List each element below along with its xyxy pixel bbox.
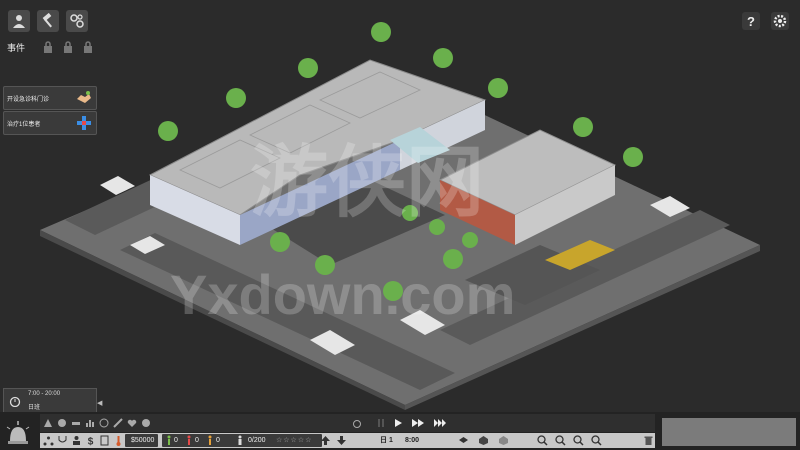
network-icon[interactable]: [43, 435, 54, 446]
collapse-arrow-icon[interactable]: ◀: [97, 399, 102, 407]
view-layers-icon[interactable]: [458, 435, 469, 446]
minimap[interactable]: [662, 418, 796, 446]
pause-icon[interactable]: [376, 418, 386, 428]
money-value: $50000: [131, 437, 155, 444]
money-display: $50000: [125, 434, 158, 447]
gear-icon: [773, 14, 787, 28]
stopwatch-icon[interactable]: [352, 418, 362, 428]
view-walls-icon[interactable]: [478, 435, 489, 446]
thermometer-icon[interactable]: [113, 435, 124, 446]
handshake-icon: [77, 91, 91, 103]
alert-icon[interactable]: [43, 418, 53, 428]
finance-icon[interactable]: $: [85, 435, 96, 447]
help-button[interactable]: ?: [742, 12, 760, 30]
watermark-cn: 游侠网: [250, 138, 485, 226]
zoom-fit-icon[interactable]: [591, 435, 602, 446]
deceased-patient-icon: [187, 435, 191, 445]
document-icon[interactable]: [99, 435, 110, 446]
shift-hours: 7:00 - 20:00: [28, 391, 61, 397]
walking-patient-icon: [167, 435, 171, 445]
settings-button[interactable]: [771, 12, 789, 30]
lock-icon: [64, 41, 72, 53]
day-counter: 日 1: [380, 437, 393, 444]
view-cube-icon[interactable]: [498, 435, 509, 446]
chart-icon[interactable]: [85, 418, 95, 428]
management-button[interactable]: [66, 10, 88, 32]
lock-icon: [44, 41, 52, 53]
floor-up-icon[interactable]: [320, 435, 331, 446]
smile-icon[interactable]: [99, 418, 109, 428]
rating-stars-icon: ☆☆☆☆☆: [276, 437, 313, 444]
task-label: 治疗1位患者: [7, 121, 41, 128]
heart-icon[interactable]: [127, 418, 137, 428]
task-treat-patient[interactable]: 治疗1位患者: [3, 111, 97, 135]
task-label: 开设急诊科门诊: [7, 96, 50, 103]
leaving-patient-icon: [208, 435, 212, 445]
stopwatch-icon: [9, 396, 21, 407]
zoom-reset-icon[interactable]: [573, 435, 584, 446]
watermark-en: Yxdown.com: [170, 263, 516, 326]
game-clock: 8:00: [405, 437, 420, 444]
radiation-icon[interactable]: [57, 418, 67, 428]
play-icon[interactable]: [393, 418, 403, 428]
events-label: 事件: [7, 43, 26, 53]
patients-treated-count: 0: [174, 437, 178, 444]
brain-icon[interactable]: [141, 418, 151, 428]
syringe-icon[interactable]: [113, 418, 123, 428]
build-button[interactable]: [37, 10, 59, 32]
task-open-er-clinic[interactable]: 开设急诊科门诊: [3, 86, 97, 110]
alarm-icon[interactable]: [5, 421, 31, 445]
shift-name: 日班: [28, 405, 41, 411]
bed-icon[interactable]: [71, 418, 81, 428]
gears-icon: [70, 14, 84, 28]
patients-left-count: 0: [216, 437, 220, 444]
fastest-forward-icon[interactable]: [433, 418, 449, 428]
zoom-out-icon[interactable]: [555, 435, 566, 446]
trash-icon[interactable]: [643, 435, 654, 446]
fast-forward-icon[interactable]: [411, 418, 425, 428]
patients-died-count: 0: [195, 437, 199, 444]
medical-cross-icon: [77, 116, 91, 130]
lock-icon: [84, 41, 92, 53]
svg-text:?: ?: [747, 14, 755, 29]
stethoscope-icon[interactable]: [57, 435, 68, 446]
staff-group-icon[interactable]: [71, 435, 82, 446]
question-icon: ?: [747, 14, 755, 29]
hammer-icon: [42, 13, 52, 28]
zoom-in-icon[interactable]: [537, 435, 548, 446]
doctor-icon: [13, 15, 25, 28]
floor-down-icon[interactable]: [336, 435, 347, 446]
svg-text:$: $: [88, 437, 94, 447]
staff-button[interactable]: [8, 10, 30, 32]
shift-panel[interactable]: 7:00 - 20:00 日班: [3, 388, 97, 414]
person-icon: [238, 435, 242, 445]
capacity-value: 0/200: [248, 437, 266, 444]
